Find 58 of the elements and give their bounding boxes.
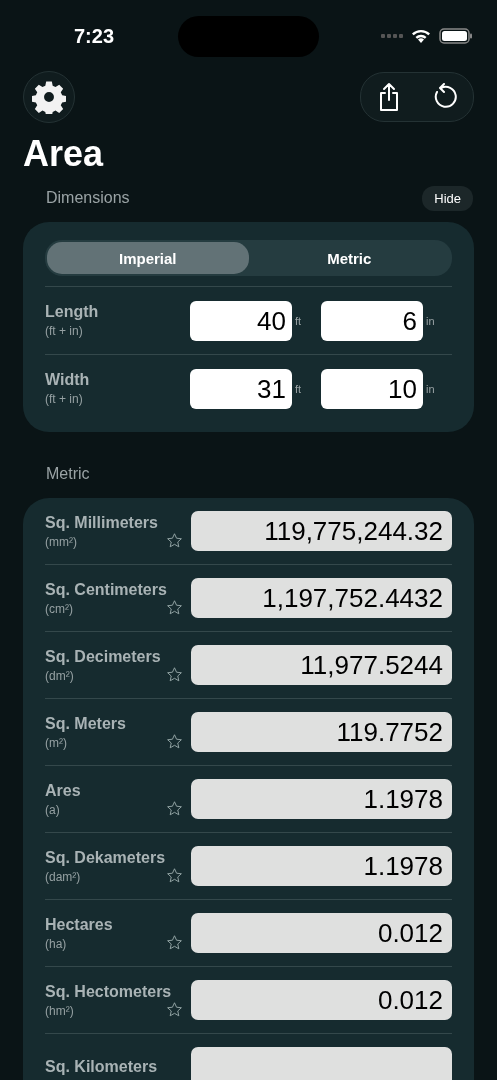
result-field[interactable]: 1,197,752.4432 bbox=[191, 578, 452, 618]
unit-symbol: (dm²) bbox=[45, 668, 74, 683]
star-icon[interactable] bbox=[166, 531, 183, 549]
dimension-label: Length bbox=[45, 303, 100, 321]
star-icon[interactable] bbox=[166, 732, 183, 750]
unit-name: Ares bbox=[45, 781, 82, 800]
hide-button[interactable]: Hide bbox=[422, 185, 473, 211]
unit-name: Sq. Millimeters bbox=[45, 513, 159, 532]
unit-hint: (ft + in) bbox=[45, 392, 84, 406]
unit-label: in bbox=[426, 314, 436, 327]
battery-icon bbox=[439, 28, 473, 44]
unit-name: Sq. Kilometers bbox=[45, 1058, 159, 1076]
result-field[interactable]: 0.012 bbox=[191, 913, 452, 953]
unit-symbol: (dam²) bbox=[45, 869, 81, 884]
star-icon[interactable] bbox=[166, 799, 183, 817]
settings-button[interactable] bbox=[23, 71, 75, 123]
result-field[interactable]: 1.1978 bbox=[191, 779, 452, 819]
section-heading: Metric bbox=[46, 465, 90, 483]
unit-name: Sq. Dekameters bbox=[45, 848, 167, 867]
wifi-icon bbox=[411, 28, 431, 44]
star-icon[interactable] bbox=[166, 598, 183, 616]
number-field[interactable]: 40 bbox=[190, 300, 292, 341]
segment-tab[interactable]: Imperial bbox=[47, 242, 249, 274]
star-icon[interactable] bbox=[166, 866, 183, 884]
star-icon[interactable] bbox=[166, 933, 183, 951]
number-field[interactable]: 31 bbox=[190, 368, 292, 409]
unit-name: Sq. Centimeters bbox=[45, 580, 168, 599]
unit-symbol: (cm²) bbox=[45, 601, 73, 616]
unit-name: Sq. Decimeters bbox=[45, 647, 162, 666]
section-heading: Dimensions bbox=[46, 189, 130, 207]
result-field[interactable]: 119.7752 bbox=[191, 712, 452, 752]
result-field[interactable]: 119,775,244.32 bbox=[191, 511, 452, 551]
unit-name: Sq. Hectometers bbox=[45, 982, 173, 1001]
result-field[interactable]: 0.012 bbox=[191, 980, 452, 1020]
unit-symbol: (hm²) bbox=[45, 1003, 74, 1018]
unit-label: in bbox=[426, 382, 436, 395]
unit-label: ft bbox=[295, 314, 303, 327]
result-field[interactable]: 11,977.5244 bbox=[191, 645, 452, 685]
number-field[interactable]: 10 bbox=[321, 368, 423, 409]
number-field[interactable]: 6 bbox=[321, 300, 423, 341]
dimension-label: Width bbox=[45, 371, 91, 389]
segment-tab[interactable]: Metric bbox=[248, 242, 450, 274]
unit-name: Hectares bbox=[45, 915, 114, 934]
unit-symbol: (mm²) bbox=[45, 534, 77, 549]
status-time: 7:23 bbox=[74, 24, 116, 48]
unit-hint: (ft + in) bbox=[45, 324, 84, 338]
unit-name: Sq. Meters bbox=[45, 714, 127, 733]
page-title: Area bbox=[23, 132, 105, 176]
signal-icon bbox=[381, 33, 403, 39]
unit-label: ft bbox=[295, 382, 303, 395]
result-field[interactable]: 1.1978 bbox=[191, 846, 452, 886]
unit-symbol: (a) bbox=[45, 802, 60, 817]
unit-symbol: (ha) bbox=[45, 936, 67, 951]
unit-symbol: (m²) bbox=[45, 735, 67, 750]
star-icon[interactable] bbox=[166, 665, 183, 683]
star-icon[interactable] bbox=[166, 1000, 183, 1018]
result-field[interactable] bbox=[191, 1047, 452, 1080]
settings-icon bbox=[32, 80, 66, 114]
